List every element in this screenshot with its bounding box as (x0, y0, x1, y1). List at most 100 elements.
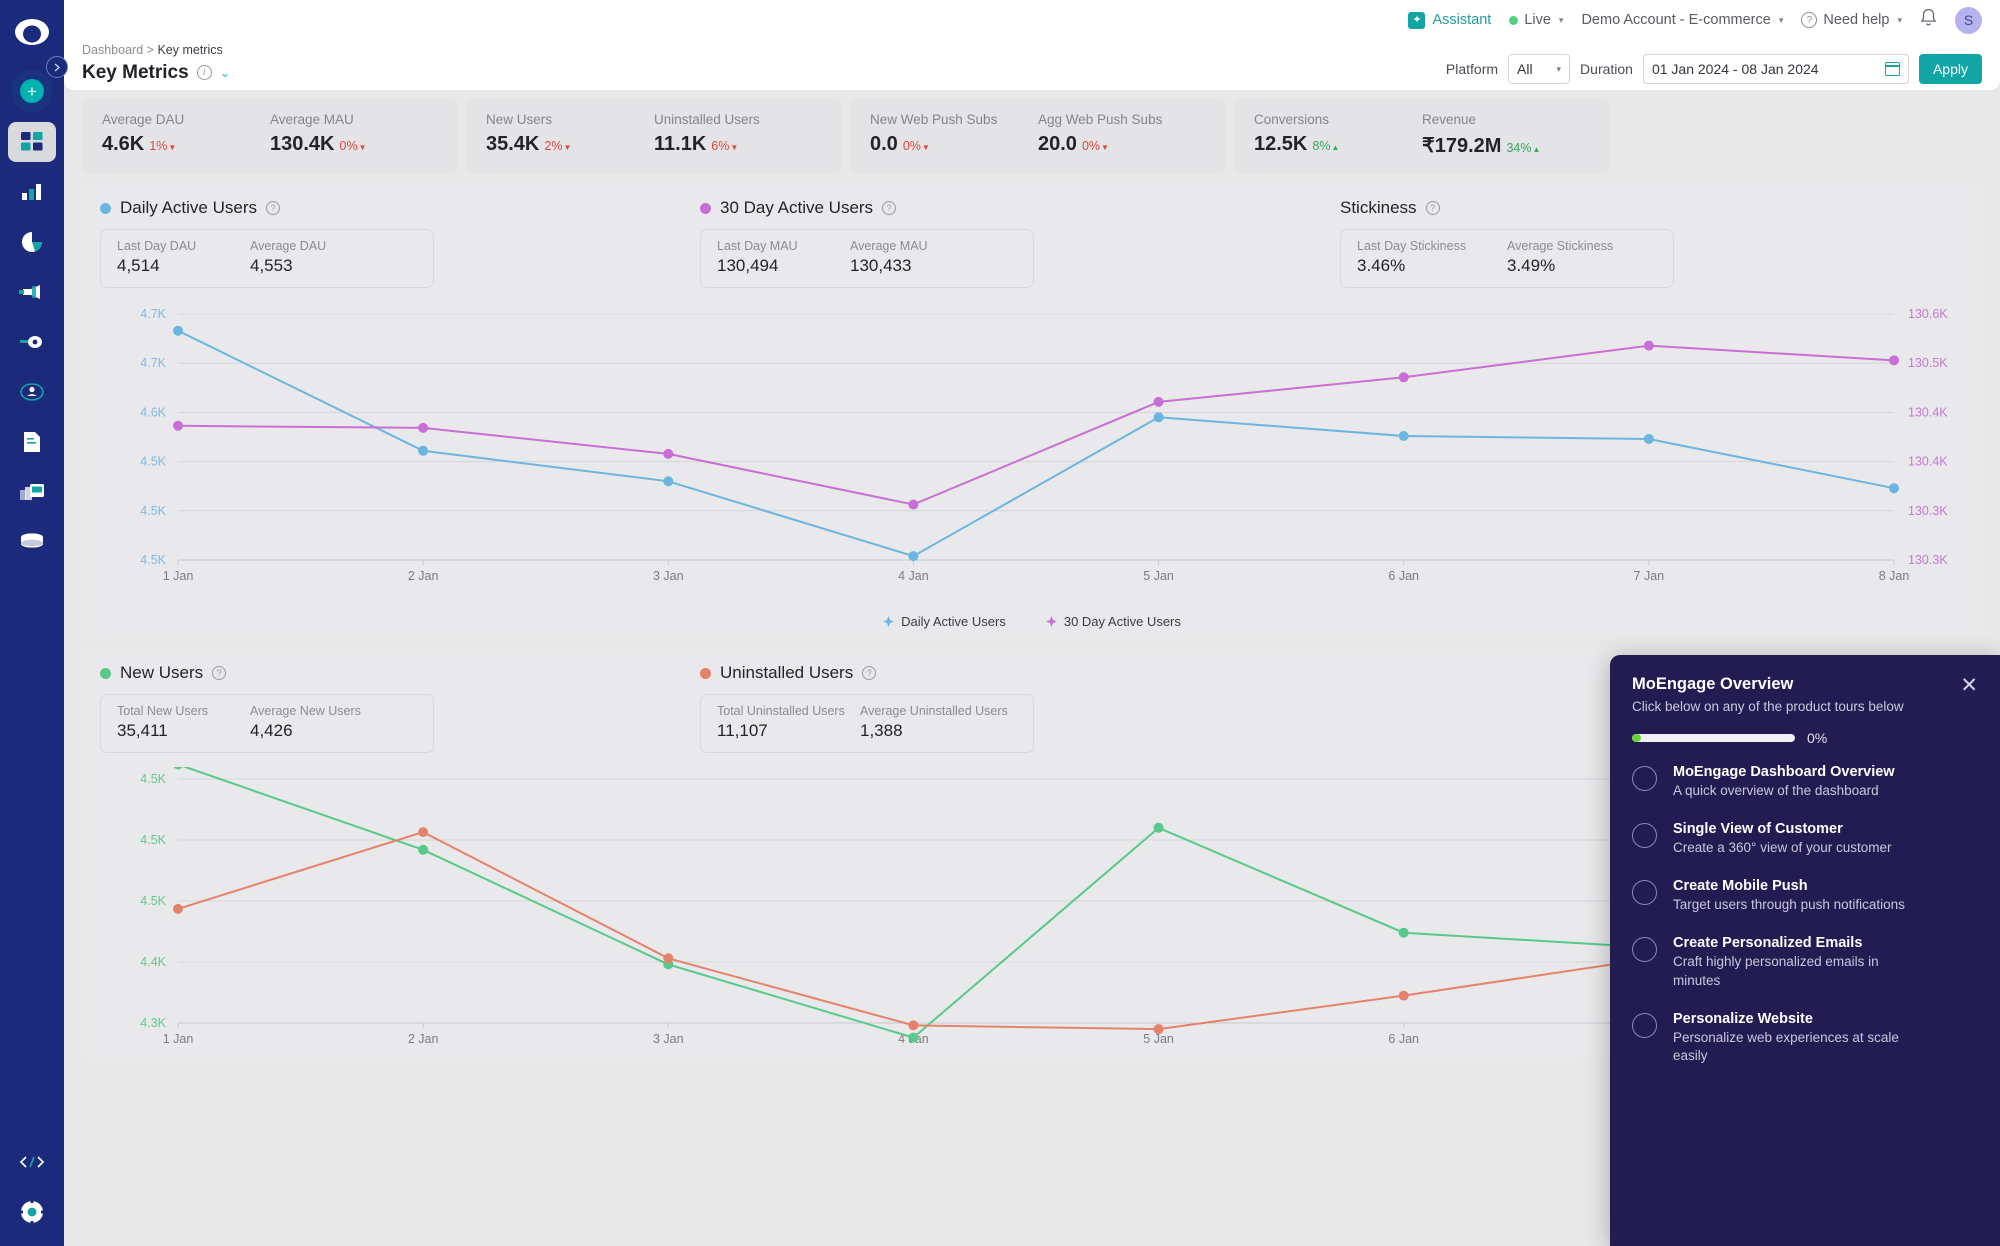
section-title-text: Stickiness (1340, 198, 1417, 218)
tour-item-desc: A quick overview of the dashboard (1673, 782, 1918, 800)
radio-icon[interactable] (1632, 1013, 1657, 1038)
sidebar-collapse-toggle[interactable] (46, 56, 68, 78)
section-title-text: Daily Active Users (120, 198, 257, 218)
kpi-new-web-push-subs: New Web Push Subs 0.0 0%▼ (870, 112, 1038, 158)
help-icon[interactable]: ? (212, 666, 226, 680)
stat-average-stickiness: Average Stickiness 3.49% (1507, 239, 1640, 276)
kpi-delta: 6%▼ (711, 139, 738, 153)
tour-item[interactable]: Single View of Customer Create a 360° vi… (1632, 821, 1978, 857)
sidebar-item-campaigns[interactable] (8, 272, 56, 312)
stat-box: Total New Users 35,411 Average New Users… (100, 694, 434, 753)
apply-button[interactable]: Apply (1919, 54, 1982, 84)
filter-bar: Platform All ▾ Duration 01 Jan 2024 - 08… (1446, 54, 1982, 84)
help-icon[interactable]: ? (882, 201, 896, 215)
sidebar-item-templates[interactable] (8, 472, 56, 512)
duration-input[interactable]: 01 Jan 2024 - 08 Jan 2024 (1643, 54, 1909, 84)
calendar-icon[interactable] (1885, 62, 1900, 76)
stat-box: Last Day MAU 130,494 Average MAU 130,433 (700, 229, 1034, 288)
kpi-value-group: 11.1K 6%▼ (654, 133, 822, 156)
gear-icon (19, 1199, 45, 1225)
sidebar-item-content[interactable] (8, 422, 56, 462)
tour-item[interactable]: Create Personalized Emails Craft highly … (1632, 935, 1978, 989)
sidebar-item-dashboard[interactable] (8, 122, 56, 162)
chart-1[interactable]: 4.7K130.6K4.7K130.5K4.6K130.4K4.5K130.4K… (100, 302, 1964, 612)
duration-label: Duration (1580, 61, 1633, 77)
stat-last-day-stickiness: Last Day Stickiness 3.46% (1357, 239, 1507, 276)
chevron-down-icon: ▾ (1779, 15, 1784, 26)
kpi-card: Average DAU 4.6K 1%▼ Average MAU 130.4K … (82, 98, 458, 174)
legend-marker-icon (883, 616, 894, 627)
need-help-dropdown[interactable]: ? Need help ▾ (1801, 12, 1902, 28)
live-dot-icon (1509, 16, 1518, 25)
sparkle-icon: ✦ (1408, 12, 1425, 29)
live-status-dropdown[interactable]: Live ▾ (1509, 12, 1563, 28)
sidebar-item-developer[interactable] (8, 1142, 56, 1182)
help-icon[interactable]: ? (1426, 201, 1440, 215)
duration-value: 01 Jan 2024 - 08 Jan 2024 (1652, 61, 1819, 77)
sidebar-item-reports[interactable] (8, 222, 56, 262)
breadcrumb-root[interactable]: Dashboard (82, 43, 143, 57)
series-dot-icon (700, 203, 711, 214)
svg-text:4.6K: 4.6K (140, 405, 166, 419)
moengage-logo-icon[interactable] (10, 12, 54, 56)
stat-average-dau: Average DAU 4,553 (250, 239, 383, 276)
kpi-delta: 0%▼ (1082, 139, 1109, 153)
stat-label: Last Day MAU (717, 239, 850, 253)
tour-item-title: MoEngage Dashboard Overview (1673, 764, 1918, 780)
svg-text:1 Jan: 1 Jan (163, 1032, 194, 1046)
section-title: New Users ? (100, 663, 700, 683)
progress-percent: 0% (1807, 730, 1827, 746)
section-title: 30 Day Active Users ? (700, 198, 1340, 218)
svg-text:4.7K: 4.7K (140, 356, 166, 370)
chevron-down-icon[interactable]: ⌄ (220, 65, 231, 81)
kpi-value-group: 0.0 0%▼ (870, 133, 1038, 156)
kpi-new-users: New Users 35.4K 2%▼ (486, 112, 654, 158)
info-icon[interactable]: i (197, 65, 212, 80)
svg-text:4.4K: 4.4K (140, 955, 166, 969)
assistant-button[interactable]: ✦ Assistant (1408, 12, 1491, 29)
tour-item[interactable]: Personalize Website Personalize web expe… (1632, 1011, 1978, 1065)
radio-icon[interactable] (1632, 823, 1657, 848)
kpi-value: 20.0 (1038, 133, 1077, 156)
help-icon[interactable]: ? (266, 201, 280, 215)
stat-total-new-users: Total New Users 35,411 (117, 704, 250, 741)
radio-icon[interactable] (1632, 766, 1657, 791)
svg-text:7 Jan: 7 Jan (1634, 569, 1665, 583)
series-dot-icon (700, 668, 711, 679)
series-dot-icon (100, 203, 111, 214)
tour-item[interactable]: MoEngage Dashboard Overview A quick over… (1632, 764, 1978, 800)
close-icon[interactable]: ✕ (1960, 675, 1978, 696)
tour-item-text: Create Personalized Emails Craft highly … (1673, 935, 1918, 989)
legend-item[interactable]: Daily Active Users (883, 614, 1006, 629)
tour-progress: 0% (1632, 730, 1978, 746)
tour-item-title: Single View of Customer (1673, 821, 1918, 837)
section-daily-active-users: Daily Active Users ? Last Day DAU 4,514 … (100, 198, 700, 288)
sidebar-item-journeys[interactable] (8, 322, 56, 362)
radio-icon[interactable] (1632, 937, 1657, 962)
section-title: Stickiness ? (1340, 198, 1674, 218)
svg-text:4 Jan: 4 Jan (898, 569, 929, 583)
section-title-text: 30 Day Active Users (720, 198, 873, 218)
sidebar-item-create[interactable]: + (11, 70, 53, 112)
tour-item-title: Create Personalized Emails (1673, 935, 1918, 951)
tour-item-text: Personalize Website Personalize web expe… (1673, 1011, 1918, 1065)
radio-icon[interactable] (1632, 880, 1657, 905)
notifications-button[interactable] (1920, 8, 1937, 32)
legend-label: 30 Day Active Users (1064, 614, 1181, 629)
platform-select[interactable]: All ▾ (1508, 54, 1570, 84)
sidebar-item-data[interactable] (8, 522, 56, 562)
stat-last-day-dau: Last Day DAU 4,514 (117, 239, 250, 276)
stat-label: Total New Users (117, 704, 250, 718)
kpi-value: 11.1K (654, 133, 706, 156)
sidebar-item-settings[interactable] (8, 1192, 56, 1232)
legend-item[interactable]: 30 Day Active Users (1046, 614, 1181, 629)
section-title-text: Uninstalled Users (720, 663, 853, 683)
sidebar-item-audience[interactable] (8, 372, 56, 412)
help-icon[interactable]: ? (862, 666, 876, 680)
account-selector[interactable]: Demo Account - E-commerce ▾ (1581, 12, 1783, 28)
sidebar-item-analytics[interactable] (8, 172, 56, 212)
tour-item[interactable]: Create Mobile Push Target users through … (1632, 878, 1978, 914)
progress-bar-fill (1632, 734, 1641, 742)
dau-mau-line-chart[interactable]: 4.7K130.6K4.7K130.5K4.6K130.4K4.5K130.4K… (100, 302, 1980, 612)
avatar[interactable]: S (1955, 7, 1982, 34)
